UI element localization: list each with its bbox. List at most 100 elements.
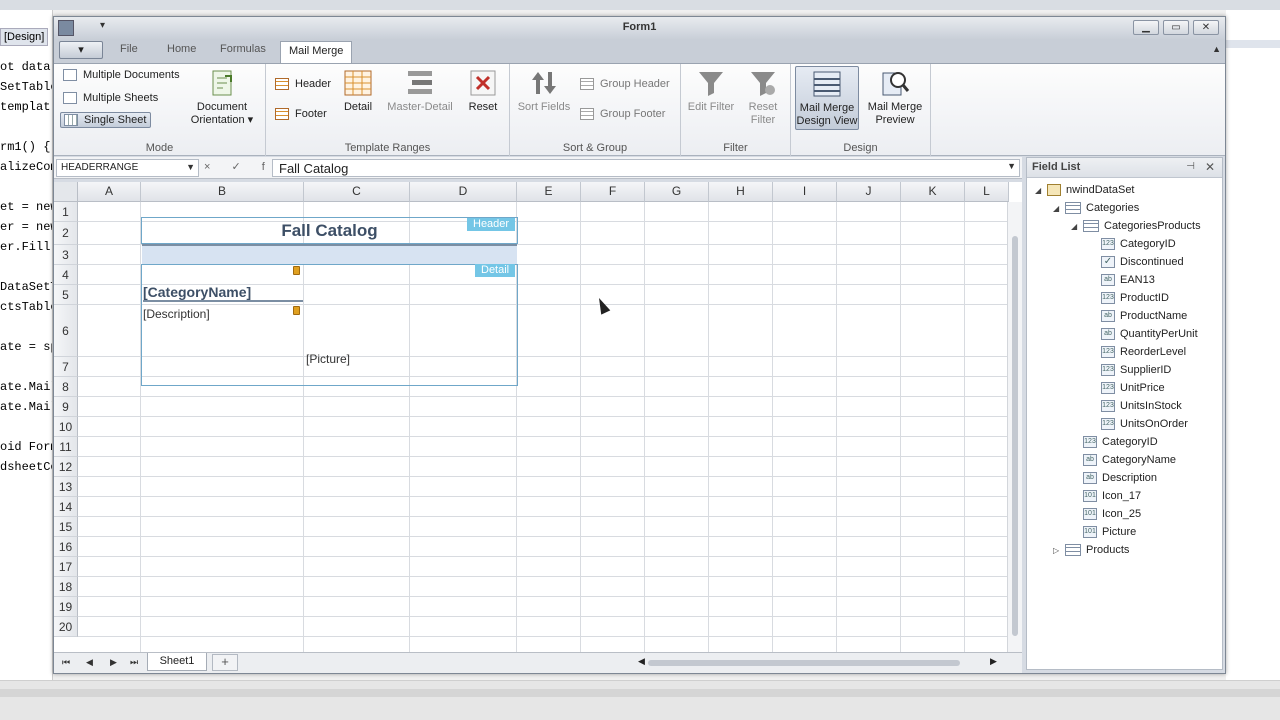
column-header-a[interactable]: A	[78, 182, 141, 202]
sort-fields-button[interactable]: Sort Fields	[514, 68, 574, 114]
row-header-20[interactable]: 20	[54, 617, 78, 637]
field-node[interactable]: 123 ProductID	[1089, 289, 1169, 307]
row-header-4[interactable]: 4	[54, 265, 78, 285]
group-footer-button[interactable]: Group Footer	[580, 108, 665, 120]
column-header-f[interactable]: F	[581, 182, 645, 202]
tab-file[interactable]: File	[120, 43, 138, 55]
first-sheet-icon[interactable]: ⏮	[62, 657, 70, 668]
column-header-b[interactable]: B	[141, 182, 304, 202]
field-node[interactable]: ✓ Discontinued	[1089, 253, 1184, 271]
field-node[interactable]: ab QuantityPerUnit	[1089, 325, 1198, 343]
field-node[interactable]: 123 ReorderLevel	[1089, 343, 1186, 361]
field-node[interactable]: 101 Icon_25	[1071, 505, 1141, 523]
row-header-18[interactable]: 18	[54, 577, 78, 597]
next-sheet-icon[interactable]: ▶	[110, 657, 117, 668]
row-header-3[interactable]: 3	[54, 245, 78, 265]
close-button[interactable]: ✕	[1193, 20, 1219, 35]
description-cell[interactable]: [Description]	[143, 307, 210, 321]
column-header-l[interactable]: L	[965, 182, 1009, 202]
field-node[interactable]: ◢ Categories	[1053, 199, 1139, 217]
column-header-d[interactable]: D	[410, 182, 517, 202]
field-node[interactable]: ab ProductName	[1089, 307, 1187, 325]
close-icon[interactable]: ✕	[1205, 160, 1215, 174]
field-node[interactable]: ab EAN13	[1089, 271, 1155, 289]
header-range-button[interactable]: Header	[275, 78, 331, 90]
row-header-11[interactable]: 11	[54, 437, 78, 457]
column-header-h[interactable]: H	[709, 182, 773, 202]
vertical-scrollbar[interactable]	[1007, 202, 1022, 652]
add-sheet-button[interactable]: +	[212, 654, 238, 671]
expand-toggle-icon[interactable]: ◢	[1071, 222, 1081, 231]
column-header-k[interactable]: K	[901, 182, 965, 202]
code-editor-background[interactable]: [Design] ot data SetTable templat rm1() {al…	[0, 10, 53, 680]
last-sheet-icon[interactable]: ⏭	[130, 657, 138, 668]
reset-range-button[interactable]: Reset	[462, 68, 504, 114]
multiple-sheets-button[interactable]: Multiple Sheets	[63, 92, 158, 104]
expand-toggle-icon[interactable]: ◢	[1035, 186, 1045, 195]
designer-tab[interactable]: [Design]	[0, 28, 49, 46]
row-header-19[interactable]: 19	[54, 597, 78, 617]
row-header-2[interactable]: 2	[54, 222, 78, 245]
scroll-left-icon[interactable]: ◀	[638, 656, 645, 667]
picture-cell[interactable]: [Picture]	[306, 352, 350, 366]
field-node[interactable]: 123 SupplierID	[1089, 361, 1171, 379]
reset-filter-button[interactable]: Reset Filter	[739, 68, 787, 127]
row-header-9[interactable]: 9	[54, 397, 78, 417]
row-header-7[interactable]: 7	[54, 357, 78, 377]
row-header-14[interactable]: 14	[54, 497, 78, 517]
ribbon-collapse-icon[interactable]: ▲	[1212, 44, 1221, 54]
field-node[interactable]: 123 UnitPrice	[1089, 379, 1165, 397]
file-menu-button[interactable]: ▾	[59, 41, 103, 59]
minimize-button[interactable]: ▁	[1133, 20, 1159, 35]
chevron-down-icon[interactable]: ▼	[186, 162, 195, 172]
field-node[interactable]: ab CategoryName	[1071, 451, 1176, 469]
master-detail-button[interactable]: Master-Detail	[384, 68, 456, 114]
horizontal-scrollbar[interactable]: ◀ ▶	[638, 656, 998, 669]
field-node[interactable]: 101 Icon_17	[1071, 487, 1141, 505]
select-all-corner[interactable]	[54, 182, 78, 202]
column-header-e[interactable]: E	[517, 182, 581, 202]
catalog-title-cell[interactable]: Fall Catalog	[142, 221, 517, 241]
row-header-8[interactable]: 8	[54, 377, 78, 397]
tab-mail-merge[interactable]: Mail Merge	[280, 41, 353, 63]
field-node[interactable]: 123 UnitsOnOrder	[1089, 415, 1188, 433]
field-node[interactable]: ◢ CategoriesProducts	[1071, 217, 1201, 235]
detail-range-button[interactable]: Detail	[338, 68, 378, 114]
document-orientation-button[interactable]: Document Orientation ▾	[182, 68, 262, 127]
tab-home[interactable]: Home	[167, 43, 196, 55]
field-node[interactable]: 123 UnitsInStock	[1089, 397, 1182, 415]
row-header-16[interactable]: 16	[54, 537, 78, 557]
row-header-1[interactable]: 1	[54, 202, 78, 222]
row-header-10[interactable]: 10	[54, 417, 78, 437]
formula-input[interactable]: Fall Catalog ▼	[272, 159, 1020, 177]
edit-filter-button[interactable]: Edit Filter	[685, 68, 737, 114]
sheet-tab-sheet1[interactable]: Sheet1	[147, 653, 207, 671]
maximize-button[interactable]: ▭	[1163, 20, 1189, 35]
multiple-documents-button[interactable]: Multiple Documents	[63, 69, 180, 81]
column-header-c[interactable]: C	[304, 182, 410, 202]
footer-range-button[interactable]: Footer	[275, 108, 327, 120]
name-box[interactable]: HEADERRANGE ▼	[56, 159, 199, 177]
detail-range[interactable]	[141, 264, 518, 386]
row-header-5[interactable]: 5	[54, 285, 78, 305]
row-header-13[interactable]: 13	[54, 477, 78, 497]
expand-toggle-icon[interactable]: ▷	[1053, 546, 1063, 555]
design-view-button[interactable]: Mail Merge Design View	[795, 66, 859, 130]
group-header-button[interactable]: Group Header	[580, 78, 670, 90]
row-header-17[interactable]: 17	[54, 557, 78, 577]
scroll-thumb[interactable]	[1012, 236, 1018, 636]
field-node[interactable]: ◢ nwindDataSet	[1035, 181, 1135, 199]
single-sheet-button[interactable]: Single Sheet	[60, 112, 152, 128]
pin-icon[interactable]: ⊣	[1186, 161, 1195, 172]
field-node[interactable]: ab Description	[1071, 469, 1157, 487]
row-header-12[interactable]: 12	[54, 457, 78, 477]
chevron-down-icon[interactable]: ▼	[1007, 161, 1016, 171]
scroll-right-icon[interactable]: ▶	[990, 656, 997, 667]
prev-sheet-icon[interactable]: ◀	[86, 657, 93, 668]
selected-row-3[interactable]	[142, 244, 517, 264]
field-node[interactable]: ▷ Products	[1053, 541, 1129, 559]
preview-button[interactable]: Mail Merge Preview	[863, 68, 927, 127]
column-header-g[interactable]: G	[645, 182, 709, 202]
spreadsheet-grid[interactable]: ABCDEFGHIJKL 1 2 3 4 5 6 7 8 9 10 11 12 13 14 15 16 17 18…	[54, 182, 1022, 652]
field-node[interactable]: 101 Picture	[1071, 523, 1136, 541]
